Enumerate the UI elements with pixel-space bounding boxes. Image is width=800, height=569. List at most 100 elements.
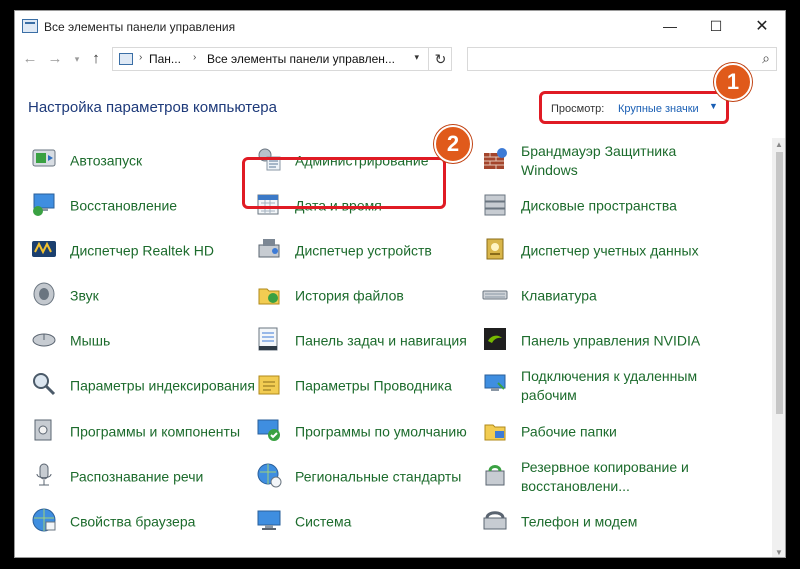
admin-tools-highlight [242, 157, 446, 209]
control-panel-item-label[interactable]: Диспетчер Realtek HD [70, 242, 255, 261]
control-panel-item-speaker[interactable]: Звук [30, 276, 255, 316]
step-one-badge: 1 [714, 63, 752, 101]
control-panel-item-firewall[interactable]: Брандмауэр Защитника Windows [481, 141, 706, 181]
control-panel-item-phone-modem[interactable]: Телефон и модем [481, 502, 706, 542]
control-panel-item-autoplay[interactable]: Автозапуск [30, 141, 255, 181]
address-dropdown-icon[interactable]: ▾ [414, 52, 419, 63]
control-panel-item-browser-globe[interactable]: Свойства браузера [30, 502, 255, 542]
credential-manager-icon [481, 235, 509, 263]
autoplay-icon [30, 145, 58, 173]
control-panel-item-monitor[interactable]: Система [255, 502, 480, 542]
control-panel-small-icon [119, 53, 133, 65]
vertical-scrollbar[interactable]: ▲ ▼ [772, 138, 785, 557]
control-panel-item-backup[interactable]: Резервное копирование и восстановлени... [481, 457, 706, 497]
control-panel-item-label[interactable]: Телефон и модем [521, 513, 706, 532]
title-bar: Все элементы панели управления — ☐ ✕ [15, 11, 785, 42]
speaker-icon [30, 280, 58, 308]
control-panel-item-label[interactable]: Звук [70, 287, 255, 306]
device-manager-icon [255, 235, 283, 263]
control-panel-item-label[interactable]: Автозапуск [70, 152, 255, 171]
control-panel-item-label[interactable]: Программы по умолчанию [295, 423, 480, 442]
breadcrumb-separator-icon[interactable]: › [139, 52, 142, 63]
maximize-button[interactable]: ☐ [693, 11, 739, 42]
breadcrumb-control-panel[interactable]: Пан... [149, 52, 181, 66]
view-mode-value[interactable]: Крупные значки [618, 103, 699, 115]
nvidia-icon [481, 325, 509, 353]
file-history-icon [255, 280, 283, 308]
remote-desktop-icon [481, 370, 509, 398]
control-panel-icon [22, 19, 38, 33]
control-panel-item-microphone[interactable]: Распознавание речи [30, 457, 255, 497]
control-panel-item-label[interactable]: Мышь [70, 332, 255, 351]
control-panel-item-label[interactable]: Система [295, 513, 480, 532]
control-panel-item-taskbar[interactable]: Панель задач и навигация [255, 321, 480, 361]
control-panel-item-label[interactable]: Параметры индексирования [70, 377, 255, 396]
address-bar[interactable]: › Пан... › Все элементы панели управлен.… [112, 47, 452, 71]
monitor-icon [255, 506, 283, 534]
mouse-icon [30, 325, 58, 353]
control-panel-item-storage-spaces[interactable]: Дисковые пространства [481, 186, 706, 226]
control-panel-item-nvidia[interactable]: Панель управления NVIDIA [481, 321, 706, 361]
realtek-audio-icon [30, 235, 58, 263]
control-panel-item-explorer-options[interactable]: Параметры Проводника [255, 366, 480, 406]
control-panel-item-label[interactable]: История файлов [295, 287, 480, 306]
keyboard-icon [481, 280, 509, 308]
control-panel-item-label[interactable]: Подключения к удаленным рабочим [521, 367, 706, 405]
control-panel-window: Все элементы панели управления — ☐ ✕ ← →… [14, 10, 786, 558]
control-panel-item-label[interactable]: Брандмауэр Защитника Windows [521, 142, 706, 180]
control-panel-item-label[interactable]: Клавиатура [521, 287, 706, 306]
control-panel-item-label[interactable]: Диспетчер учетных данных [521, 242, 706, 261]
window-title: Все элементы панели управления [44, 20, 236, 34]
view-mode-label: Просмотр: [551, 103, 605, 115]
navigation-bar: ← → ▾ ↑ › Пан... › Все элементы панели у… [15, 42, 785, 76]
control-panel-item-work-folders[interactable]: Рабочие папки [481, 412, 706, 452]
control-panel-item-label[interactable]: Восстановление [70, 197, 255, 216]
firewall-icon [481, 145, 509, 173]
search-icon[interactable]: ⌕ [762, 50, 770, 67]
control-panel-item-globe-clock[interactable]: Региональные стандарты [255, 457, 480, 497]
indexing-icon [30, 370, 58, 398]
control-panel-item-programs-features[interactable]: Программы и компоненты [30, 412, 255, 452]
control-panel-item-label[interactable]: Панель управления NVIDIA [521, 332, 706, 351]
back-arrow-icon[interactable]: ← [19, 47, 41, 71]
default-programs-icon [255, 416, 283, 444]
control-panel-item-file-history[interactable]: История файлов [255, 276, 480, 316]
control-panel-item-recovery[interactable]: Восстановление [30, 186, 255, 226]
caret-down-icon[interactable]: ▼ [709, 101, 718, 111]
scrollbar-thumb[interactable] [776, 152, 783, 414]
control-panel-item-default-programs[interactable]: Программы по умолчанию [255, 412, 480, 452]
control-panel-item-label[interactable]: Распознавание речи [70, 468, 255, 487]
view-mode-selector[interactable]: Просмотр: Крупные значки ▼ [539, 91, 729, 124]
taskbar-icon [255, 325, 283, 353]
control-panel-item-credential-manager[interactable]: Диспетчер учетных данных [481, 231, 706, 271]
forward-arrow-icon[interactable]: → [44, 47, 66, 71]
control-panel-item-label[interactable]: Диспетчер устройств [295, 242, 480, 261]
control-panel-item-indexing[interactable]: Параметры индексирования [30, 366, 255, 406]
scroll-down-arrow-icon[interactable]: ▼ [775, 548, 783, 557]
control-panel-item-keyboard[interactable]: Клавиатура [481, 276, 706, 316]
explorer-options-icon [255, 370, 283, 398]
browser-globe-icon [30, 506, 58, 534]
control-panel-item-realtek-audio[interactable]: Диспетчер Realtek HD [30, 231, 255, 271]
control-panel-item-label[interactable]: Резервное копирование и восстановлени... [521, 458, 706, 496]
page-title: Настройка параметров компьютера [28, 99, 277, 116]
control-panel-item-label[interactable]: Дисковые пространства [521, 197, 706, 216]
minimize-button[interactable]: — [647, 11, 693, 42]
close-button[interactable]: ✕ [739, 11, 785, 42]
refresh-icon[interactable]: ↻ [428, 47, 452, 71]
control-panel-item-device-manager[interactable]: Диспетчер устройств [255, 231, 480, 271]
up-arrow-icon[interactable]: ↑ [85, 47, 107, 71]
control-panel-item-remote-desktop[interactable]: Подключения к удаленным рабочим [481, 366, 706, 406]
scroll-up-arrow-icon[interactable]: ▲ [775, 140, 783, 149]
control-panel-item-label[interactable]: Региональные стандарты [295, 468, 480, 487]
control-panel-item-mouse[interactable]: Мышь [30, 321, 255, 361]
storage-spaces-icon [481, 190, 509, 218]
breadcrumb-all-items[interactable]: Все элементы панели управлен... [207, 52, 395, 66]
control-panel-item-label[interactable]: Рабочие папки [521, 423, 706, 442]
control-panel-item-label[interactable]: Программы и компоненты [70, 423, 255, 442]
breadcrumb-separator-icon[interactable]: › [193, 52, 196, 63]
control-panel-item-label[interactable]: Свойства браузера [70, 513, 255, 532]
control-panel-item-label[interactable]: Параметры Проводника [295, 377, 480, 396]
control-panel-item-label[interactable]: Панель задач и навигация [295, 332, 480, 351]
programs-features-icon [30, 416, 58, 444]
